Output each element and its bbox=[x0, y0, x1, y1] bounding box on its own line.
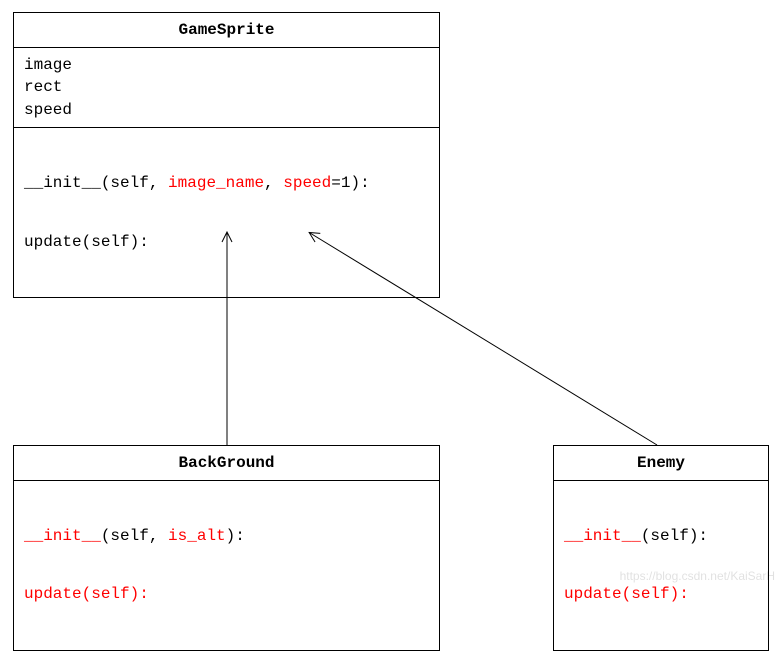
method-update: update(self): bbox=[24, 231, 429, 253]
class-attributes: image rect speed bbox=[14, 48, 439, 128]
param-speed: speed bbox=[283, 174, 331, 192]
class-title: Enemy bbox=[554, 446, 768, 481]
class-methods: __init__(self): update(self): bbox=[554, 481, 768, 650]
method-init-post: (self): bbox=[641, 527, 708, 545]
method-init-fn: __init__ bbox=[24, 527, 101, 545]
class-name-text: Enemy bbox=[637, 454, 685, 472]
method-init: __init__(self, is_alt): bbox=[24, 525, 429, 547]
method-init-fn: __init__ bbox=[564, 527, 641, 545]
class-name-text: BackGround bbox=[178, 454, 274, 472]
param-image-name: image_name bbox=[168, 174, 264, 192]
param-is-alt: is_alt bbox=[168, 527, 226, 545]
class-name-text: GameSprite bbox=[178, 21, 274, 39]
attr-rect: rect bbox=[24, 76, 429, 98]
watermark-text: https://blog.csdn.net/KaiSarH bbox=[620, 569, 775, 583]
method-init: __init__(self): bbox=[564, 525, 758, 547]
class-background: BackGround __init__(self, is_alt): updat… bbox=[13, 445, 440, 651]
class-title: GameSprite bbox=[14, 13, 439, 48]
class-enemy: Enemy __init__(self): update(self): bbox=[553, 445, 769, 651]
class-title: BackGround bbox=[14, 446, 439, 481]
attr-speed: speed bbox=[24, 99, 429, 121]
method-init-sep: , bbox=[264, 174, 283, 192]
method-init-post: =1): bbox=[331, 174, 369, 192]
method-init: __init__(self, image_name, speed=1): bbox=[24, 172, 429, 194]
class-methods: __init__(self, image_name, speed=1): upd… bbox=[14, 128, 439, 297]
attr-image: image bbox=[24, 54, 429, 76]
method-init-post: ): bbox=[226, 527, 245, 545]
method-init-pre: __init__(self, bbox=[24, 174, 168, 192]
class-gamesprite: GameSprite image rect speed __init__(sel… bbox=[13, 12, 440, 298]
class-methods: __init__(self, is_alt): update(self): bbox=[14, 481, 439, 650]
method-init-mid: (self, bbox=[101, 527, 168, 545]
